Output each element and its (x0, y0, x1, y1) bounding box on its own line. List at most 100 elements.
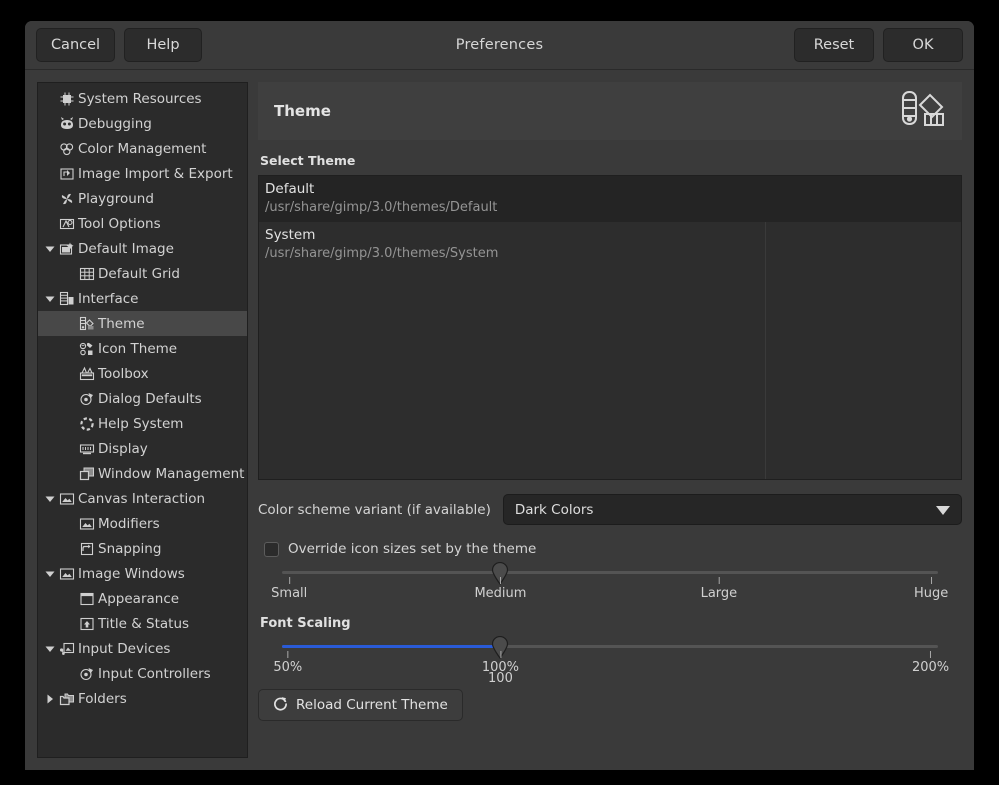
dialog-defaults-icon (78, 666, 96, 682)
reload-icon (273, 696, 288, 715)
slider-tick-label: Small (271, 577, 307, 601)
display-icon (78, 441, 96, 457)
theme-list[interactable]: Default/usr/share/gimp/3.0/themes/Defaul… (258, 175, 962, 480)
sidebar-item-snapping[interactable]: Snapping (38, 536, 247, 561)
sidebar-item-canvas-interaction[interactable]: Canvas Interaction (38, 486, 247, 511)
sidebar-item-toolbox[interactable]: Toolbox (38, 361, 247, 386)
sidebar-item-icon-theme[interactable]: Icon Theme (38, 336, 247, 361)
sidebar-item-image-import-export[interactable]: Image Import & Export (38, 161, 247, 186)
color-scheme-select[interactable]: Dark Colors (503, 494, 962, 525)
ok-button[interactable]: OK (883, 28, 963, 62)
theme-name: Default (265, 180, 955, 198)
appearance-icon (78, 591, 96, 607)
sidebar-item-window-management[interactable]: Window Management (38, 461, 247, 486)
override-icon-sizes-row[interactable]: Override icon sizes set by the theme (258, 541, 962, 557)
input-devices-icon (58, 641, 76, 657)
sidebar-item-label: Default Grid (98, 266, 180, 282)
import-export-icon (58, 166, 76, 182)
icon-theme-icon (78, 341, 96, 357)
sidebar-item-label: Playground (78, 191, 154, 207)
sidebar-item-interface[interactable]: Interface (38, 286, 247, 311)
sidebar-item-playground[interactable]: Playground (38, 186, 247, 211)
icon-size-slider-track[interactable] (282, 571, 938, 574)
sidebar-item-color-management[interactable]: Color Management (38, 136, 247, 161)
titlebar-left-buttons: Cancel Help (36, 28, 202, 62)
chevron-right-icon[interactable] (41, 694, 58, 704)
sidebar-item-label: Theme (98, 316, 145, 332)
slider-tick-label: Medium (474, 577, 526, 601)
preferences-sidebar[interactable]: System Resources DebuggingColor Managemen… (37, 82, 248, 758)
sidebar-item-appearance[interactable]: Appearance (38, 586, 247, 611)
sidebar-item-label: Snapping (98, 541, 161, 557)
sidebar-item-label: Image Import & Export (78, 166, 233, 182)
sidebar-item-label: Title & Status (98, 616, 189, 632)
sidebar-item-label: System Resources (78, 91, 202, 107)
color-palette-icon (900, 89, 946, 133)
pinwheel-icon (58, 191, 76, 207)
icon-size-slider[interactable]: SmallMediumLargeHuge (258, 571, 962, 607)
sidebar-item-label: Dialog Defaults (98, 391, 202, 407)
cancel-button[interactable]: Cancel (36, 28, 115, 62)
help-button[interactable]: Help (124, 28, 202, 62)
font-scaling-slider-track[interactable] (282, 645, 938, 648)
sidebar-item-folders[interactable]: Folders (38, 686, 247, 711)
sidebar-item-label: Default Image (78, 241, 174, 257)
font-scaling-slider-fill (282, 645, 500, 648)
preferences-main-panel: Theme (258, 82, 962, 758)
panel-header: Theme (258, 82, 962, 140)
sidebar-item-image-windows[interactable]: Image Windows (38, 561, 247, 586)
sidebar-item-title-status[interactable]: Title & Status (38, 611, 247, 636)
color-scheme-label: Color scheme variant (if available) (258, 502, 491, 518)
slider-value-readout: 100 (488, 671, 513, 686)
font-scaling-slider[interactable]: 50%100%200%100 (258, 645, 962, 681)
chevron-down-icon[interactable] (41, 569, 58, 579)
sidebar-item-display[interactable]: Display (38, 436, 247, 461)
sidebar-item-label: Folders (78, 691, 127, 707)
slider-tick-label: 50% (273, 651, 302, 675)
folders-icon (58, 691, 76, 707)
theme-list-item[interactable]: Default/usr/share/gimp/3.0/themes/Defaul… (259, 176, 961, 222)
sidebar-item-label: Help System (98, 416, 183, 432)
sidebar-item-modifiers[interactable]: Modifiers (38, 511, 247, 536)
sidebar-item-tool-options[interactable]: Tool Options (38, 211, 247, 236)
reload-current-theme-button[interactable]: Reload Current Theme (258, 689, 463, 721)
sidebar-item-system-resources[interactable]: System Resources (38, 86, 247, 111)
slider-tick-label: Huge (914, 577, 948, 601)
reset-button[interactable]: Reset (794, 28, 874, 62)
sidebar-item-theme[interactable]: Theme (38, 311, 247, 336)
chevron-down-icon[interactable] (41, 494, 58, 504)
override-icon-sizes-label: Override icon sizes set by the theme (288, 541, 536, 557)
help-system-icon (78, 416, 96, 432)
sidebar-item-label: Modifiers (98, 516, 160, 532)
sidebar-item-input-devices[interactable]: Input Devices (38, 636, 247, 661)
chevron-down-icon[interactable] (41, 244, 58, 254)
toolbox-icon (78, 366, 96, 382)
sidebar-item-default-grid[interactable]: Default Grid (38, 261, 247, 286)
sidebar-item-dialog-defaults[interactable]: Dialog Defaults (38, 386, 247, 411)
color-circles-icon (58, 141, 76, 157)
page-title: Theme (274, 102, 331, 120)
sidebar-item-help-system[interactable]: Help System (38, 411, 247, 436)
sidebar-item-label: Tool Options (78, 216, 161, 232)
chip-icon (58, 91, 76, 107)
theme-path: /usr/share/gimp/3.0/themes/Default (265, 198, 955, 217)
grid-icon (78, 266, 96, 282)
sidebar-item-debugging[interactable]: Debugging (38, 111, 247, 136)
reload-button-label: Reload Current Theme (296, 697, 448, 713)
theme-list-item[interactable]: System/usr/share/gimp/3.0/themes/System (259, 222, 961, 268)
sidebar-item-label: Appearance (98, 591, 179, 607)
chevron-down-icon (936, 500, 950, 519)
sidebar-item-label: Icon Theme (98, 341, 177, 357)
sidebar-item-label: Input Devices (78, 641, 170, 657)
theme-path: /usr/share/gimp/3.0/themes/System (265, 244, 955, 263)
override-icon-sizes-checkbox[interactable] (264, 542, 279, 557)
slider-tick-label: 200% (912, 651, 949, 675)
sidebar-item-label: Image Windows (78, 566, 185, 582)
font-scaling-slider-marks: 50%100%200%100 (282, 651, 938, 681)
chevron-down-icon[interactable] (41, 644, 58, 654)
sidebar-item-default-image[interactable]: Default Image (38, 236, 247, 261)
titlebar-right-buttons: Reset OK (794, 28, 963, 62)
wilber-icon (58, 116, 76, 132)
chevron-down-icon[interactable] (41, 294, 58, 304)
sidebar-item-input-controllers[interactable]: Input Controllers (38, 661, 247, 686)
